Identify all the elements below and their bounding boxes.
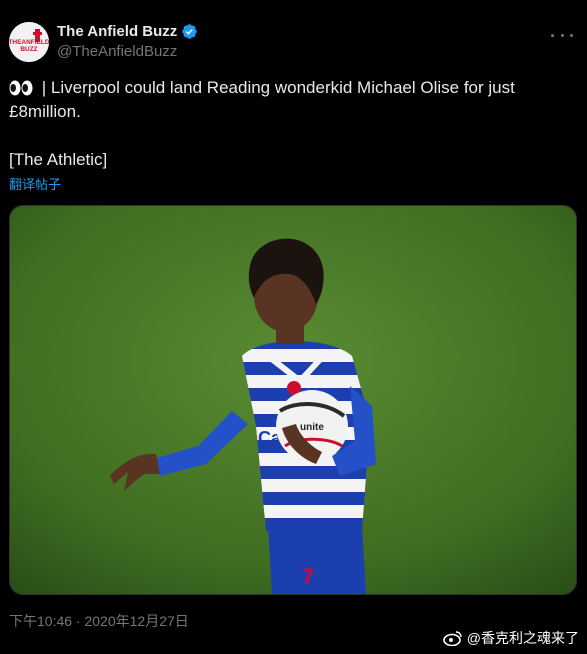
watermark: @香克利之魂来了 [442, 628, 579, 648]
eyes-emoji-icon [9, 80, 33, 96]
tweet-source: [The Athletic] [9, 150, 108, 169]
translate-post-link[interactable]: 翻译帖子 [9, 174, 61, 193]
weibo-icon [442, 631, 462, 646]
tweet-text-line2: £8million. [9, 102, 81, 121]
tweet-photo[interactable]: 7 Casumo unite [9, 205, 577, 595]
author-name[interactable]: The Anfield Buzz [57, 23, 177, 40]
svg-text:7: 7 [302, 564, 314, 589]
watermark-text: @香克利之魂来了 [466, 630, 579, 646]
tweet-timestamp[interactable]: 下午10:46 · 2020年12月27日 [9, 611, 189, 631]
tweet-text: | Liverpool could land Reading wonderkid… [9, 76, 569, 172]
verified-badge-icon [182, 24, 198, 39]
photo-of-footballer: 7 Casumo unite [10, 206, 576, 594]
tweet-text-line1: | Liverpool could land Reading wonderkid… [37, 78, 515, 97]
tweet-header: THEANFIELD BUZZ The Anfield Buzz @TheAnf… [9, 20, 579, 64]
svg-text:BUZZ: BUZZ [20, 46, 37, 53]
author-avatar[interactable]: THEANFIELD BUZZ [9, 22, 49, 62]
anfield-buzz-logo-icon: THEANFIELD BUZZ [9, 22, 49, 62]
more-options-icon[interactable] [551, 26, 573, 44]
svg-text:unite: unite [300, 422, 324, 433]
svg-text:THEANFIELD: THEANFIELD [9, 39, 49, 46]
author-handle[interactable]: @TheAnfieldBuzz [57, 43, 198, 60]
